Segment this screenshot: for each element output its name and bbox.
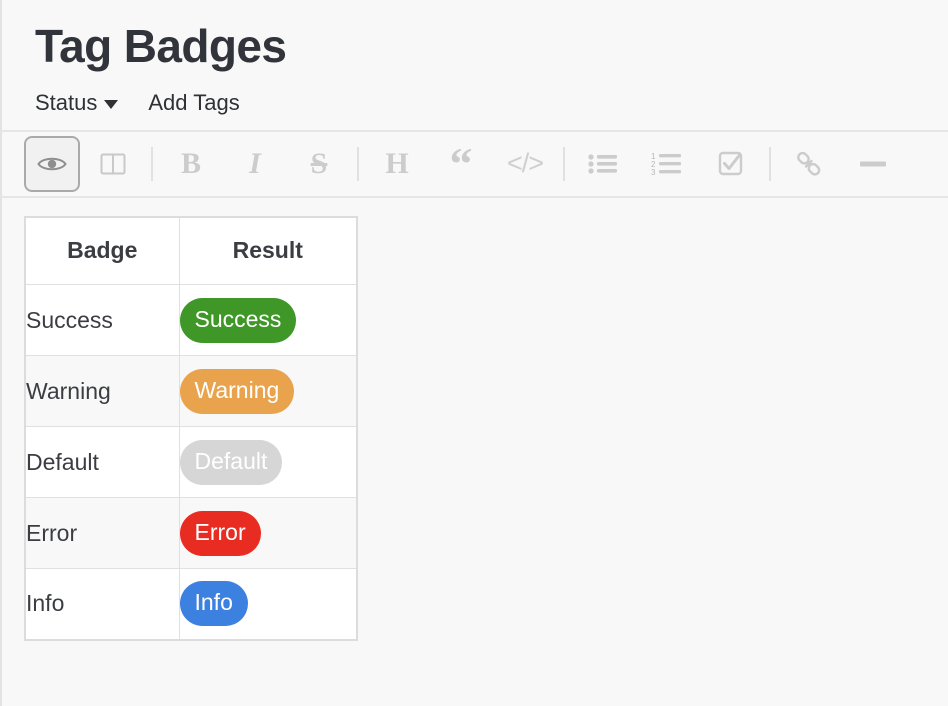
cell-badge-label: Info bbox=[24, 568, 180, 641]
table-row: Warning Warning bbox=[24, 355, 358, 428]
status-badge: Info bbox=[179, 581, 248, 627]
column-header-badge: Badge bbox=[24, 216, 180, 286]
cell-badge-result: Success bbox=[178, 284, 358, 357]
cell-badge-label: Default bbox=[24, 426, 180, 499]
chevron-down-icon bbox=[104, 99, 119, 109]
numbered-list-button[interactable]: 1 2 3 bbox=[642, 139, 692, 189]
preview-content: Badge Result Success Success Warning War… bbox=[2, 198, 948, 641]
code-glyph: </> bbox=[506, 148, 544, 179]
cell-badge-result: Warning bbox=[178, 355, 358, 428]
strikethrough-button[interactable]: S bbox=[294, 139, 344, 189]
table-header-row: Badge Result bbox=[24, 216, 358, 286]
quote-glyph: “ bbox=[449, 137, 473, 189]
table-head: Badge Result bbox=[24, 216, 358, 286]
header: Tag Badges Status Add Tags bbox=[2, 0, 948, 130]
table-row: Info Info bbox=[24, 568, 358, 641]
badge-table: Badge Result Success Success Warning War… bbox=[24, 215, 358, 641]
svg-text:3: 3 bbox=[651, 168, 656, 175]
table-row: Default Default bbox=[24, 426, 358, 499]
app-root: Tag Badges Status Add Tags B I S H “ </>… bbox=[0, 0, 948, 706]
table-body: Success Success Warning Warning Default … bbox=[24, 284, 358, 641]
bullet-list-button[interactable] bbox=[578, 139, 628, 189]
cell-badge-label: Error bbox=[24, 497, 180, 570]
status-badge: Default bbox=[179, 439, 283, 485]
status-badge: Success bbox=[179, 297, 297, 343]
page-title: Tag Badges bbox=[35, 20, 287, 72]
horizontal-rule-icon[interactable] bbox=[848, 139, 898, 189]
task-list-checkbox-icon[interactable] bbox=[706, 139, 756, 189]
cell-badge-result: Error bbox=[178, 497, 358, 570]
menu-item-status[interactable]: Status bbox=[35, 89, 119, 116]
menu-item-add-tags[interactable]: Add Tags bbox=[148, 90, 239, 116]
link-icon[interactable] bbox=[784, 139, 834, 189]
status-badge: Error bbox=[179, 510, 261, 556]
menu-item-add-tags-label: Add Tags bbox=[148, 89, 240, 115]
italic-button[interactable]: I bbox=[230, 139, 280, 189]
cell-badge-result: Info bbox=[178, 568, 358, 641]
preview-eye-icon[interactable] bbox=[24, 135, 80, 192]
cell-badge-result: Default bbox=[178, 426, 358, 499]
bold-button[interactable]: B bbox=[166, 139, 216, 189]
toolbar-separator-4 bbox=[769, 146, 771, 181]
blockquote-button[interactable]: “ bbox=[436, 139, 486, 189]
table-row: Success Success bbox=[24, 284, 358, 357]
toolbar-separator-1 bbox=[151, 146, 153, 181]
editor-toolbar: B I S H “ </> 1 2 3 bbox=[2, 129, 948, 198]
cell-badge-label: Success bbox=[24, 284, 180, 357]
toolbar-separator-3 bbox=[563, 146, 565, 181]
menubar: Status Add Tags bbox=[2, 72, 948, 130]
split-pane-icon[interactable] bbox=[88, 139, 138, 189]
code-button[interactable]: </> bbox=[500, 139, 550, 189]
column-header-result: Result bbox=[178, 216, 358, 286]
heading-button[interactable]: H bbox=[372, 139, 422, 189]
menu-item-status-label: Status bbox=[35, 89, 98, 115]
table-row: Error Error bbox=[24, 497, 358, 570]
toolbar-separator-2 bbox=[357, 146, 359, 181]
cell-badge-label: Warning bbox=[24, 355, 180, 428]
status-badge: Warning bbox=[179, 368, 295, 414]
